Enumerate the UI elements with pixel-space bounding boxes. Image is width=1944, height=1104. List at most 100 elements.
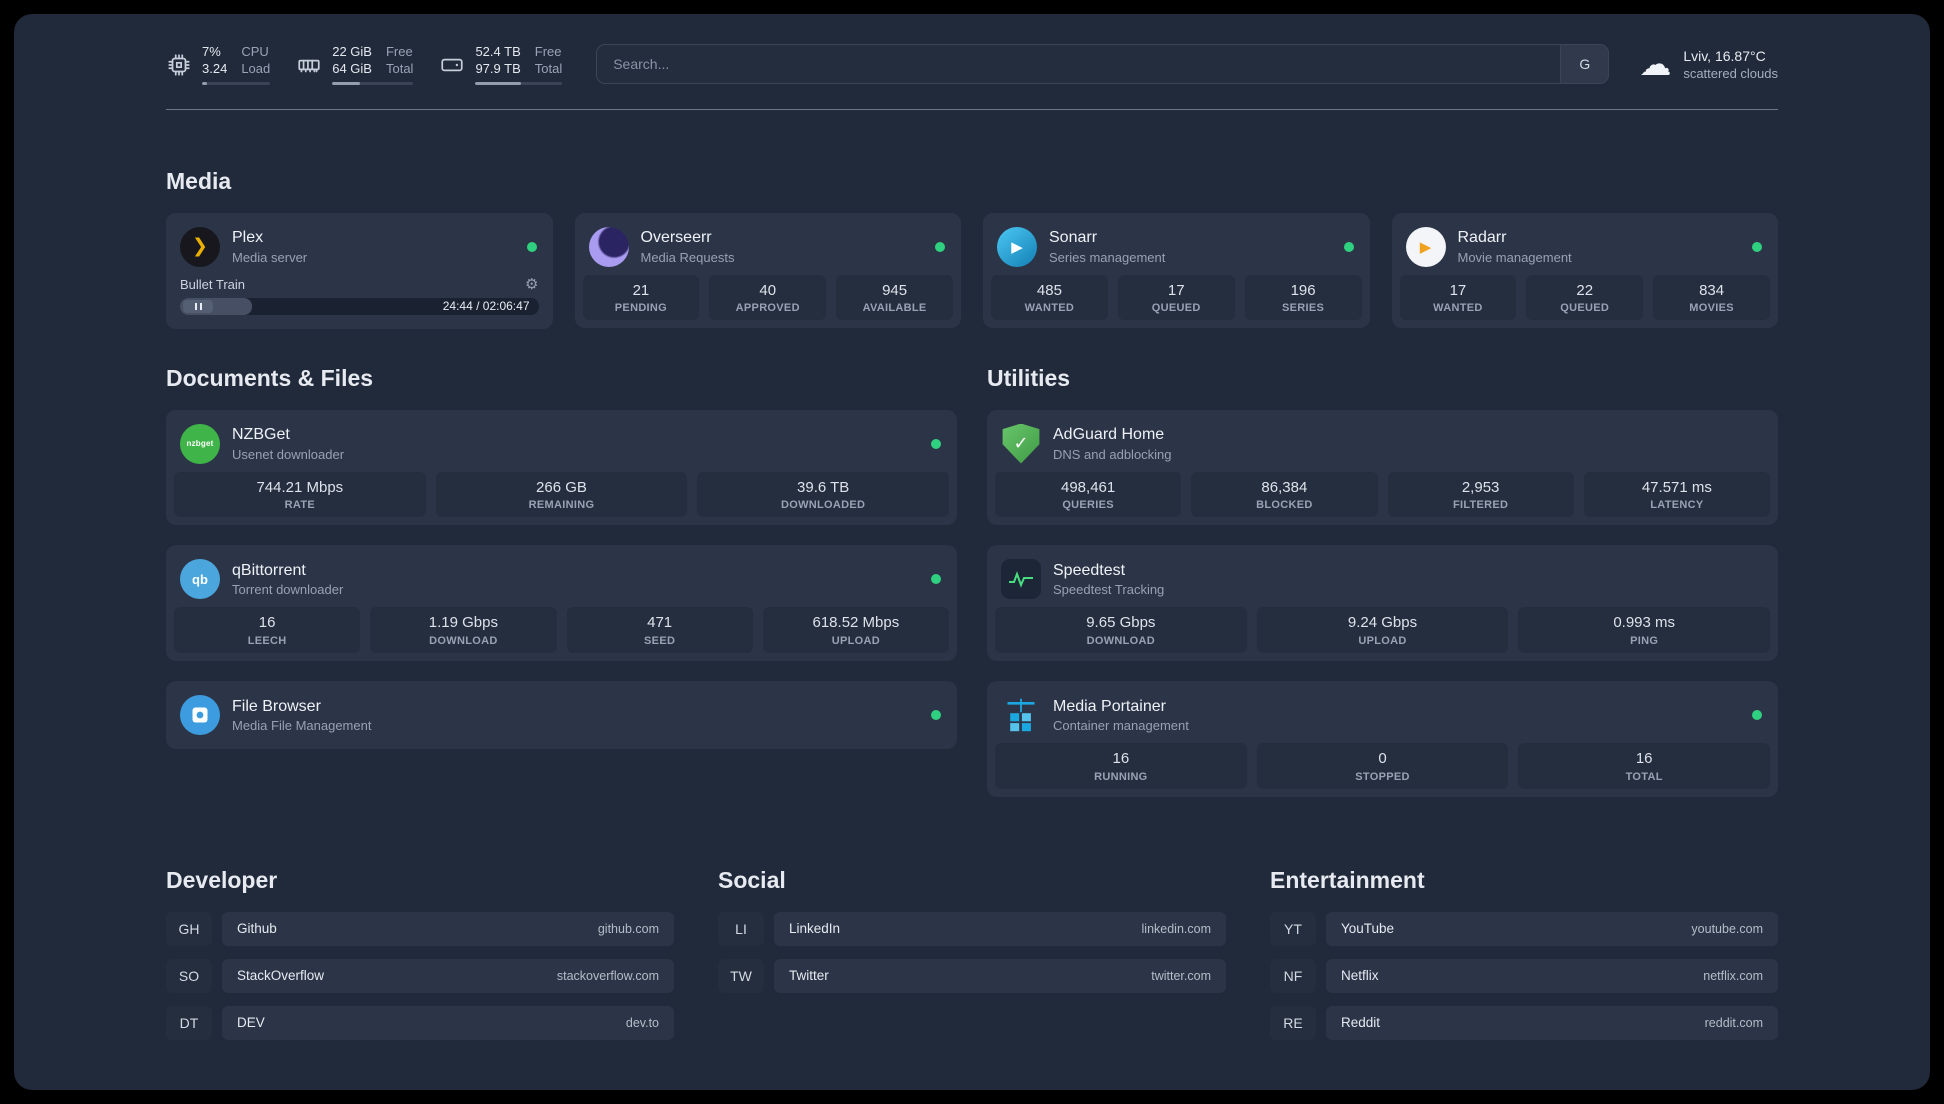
service-card-radarr[interactable]: ▶ Radarr Movie management 17 WANTED 22 Q… bbox=[1391, 212, 1778, 329]
bookmark-url: linkedin.com bbox=[1141, 921, 1211, 936]
stat-value: 1.19 Gbps bbox=[428, 614, 498, 632]
bookmark-stackoverflow[interactable]: SO StackOverflow stackoverflow.com bbox=[166, 958, 674, 993]
disk-total-value: 97.9 TB bbox=[475, 61, 521, 77]
weather-condition: scattered clouds bbox=[1683, 65, 1778, 81]
stat-label: PENDING bbox=[614, 302, 668, 315]
stat-value: 266 GB bbox=[536, 478, 587, 496]
gear-icon[interactable]: ⚙ bbox=[525, 277, 538, 292]
service-card-nzbget[interactable]: nzbget NZBGet Usenet downloader 744.21 M… bbox=[166, 409, 957, 526]
status-dot bbox=[931, 710, 941, 720]
status-dot bbox=[935, 241, 945, 252]
status-dot bbox=[1343, 241, 1354, 252]
screen-frame: 7% 3.24 CPU Load 22 GiB 64 GiB Free Tota… bbox=[0, 0, 1944, 1104]
service-card-overseerr[interactable]: Overseerr Media Requests 21 PENDING 40 A… bbox=[574, 212, 961, 329]
stat-label: LATENCY bbox=[1650, 499, 1704, 512]
bookmark-abbr[interactable]: GH bbox=[166, 911, 212, 946]
service-card-speedtest[interactable]: Speedtest Speedtest Tracking 9.65 Gbps D… bbox=[987, 545, 1778, 661]
stat-tile: 1.19 Gbps DOWNLOAD bbox=[370, 607, 557, 653]
bookmark-group-entertainment: Entertainment YT YouTube youtube.com NF … bbox=[1270, 867, 1778, 1040]
pause-icon[interactable] bbox=[183, 299, 213, 313]
bookmark-name: YouTube bbox=[1341, 921, 1395, 937]
stat-label: DOWNLOADED bbox=[781, 499, 866, 512]
bookmark-dev[interactable]: DT DEV dev.to bbox=[166, 1005, 674, 1040]
search-provider-button[interactable]: G bbox=[1560, 45, 1609, 84]
stat-tile: 16 RUNNING bbox=[995, 743, 1247, 789]
service-card-portainer[interactable]: Media Portainer Container management 16 … bbox=[987, 681, 1778, 797]
plex-now-playing-widget: Bullet Train ⚙ 24:44 / 02:06:47 bbox=[174, 275, 545, 321]
stat-value: 945 bbox=[882, 281, 908, 299]
bookmark-abbr[interactable]: RE bbox=[1270, 1005, 1316, 1040]
disk-widget: 52.4 TB 97.9 TB Free Total bbox=[439, 44, 563, 85]
stat-label: UPLOAD bbox=[1358, 635, 1407, 647]
stat-value: 834 bbox=[1699, 281, 1725, 299]
top-bar: 7% 3.24 CPU Load 22 GiB 64 GiB Free Tota… bbox=[166, 44, 1778, 85]
nzbget-icon: nzbget bbox=[180, 423, 220, 464]
memory-total-label: Total bbox=[385, 61, 414, 77]
weather-widget: ☁ Lviv, 16.87°C scattered clouds bbox=[1639, 48, 1778, 81]
bookmark-abbr[interactable]: TW bbox=[718, 958, 764, 993]
bookmark-group-social: Social LI LinkedIn linkedin.com TW Twitt… bbox=[718, 867, 1226, 993]
cpu-label: CPU bbox=[241, 44, 269, 59]
service-card-adguard[interactable]: ✓ AdGuard Home DNS and adblocking 498,46… bbox=[987, 409, 1778, 526]
adguard-icon: ✓ bbox=[1002, 423, 1040, 464]
resource-widgets: 7% 3.24 CPU Load 22 GiB 64 GiB Free Tota… bbox=[166, 44, 563, 85]
stat-label: STOPPED bbox=[1355, 770, 1410, 783]
bookmark-abbr[interactable]: YT bbox=[1270, 911, 1316, 946]
bookmark-reddit[interactable]: RE Reddit reddit.com bbox=[1270, 1005, 1778, 1040]
bookmark-url: youtube.com bbox=[1691, 921, 1763, 936]
bookmark-linkedin[interactable]: LI LinkedIn linkedin.com bbox=[718, 911, 1226, 946]
stat-tile: 196 SERIES bbox=[1244, 274, 1362, 321]
bookmark-name: Reddit bbox=[1341, 1015, 1381, 1031]
stat-label: TOTAL bbox=[1625, 770, 1663, 783]
bookmark-abbr[interactable]: SO bbox=[166, 958, 212, 993]
weather-location: Lviv, 16.87°C bbox=[1683, 47, 1766, 64]
portainer-icon bbox=[1001, 695, 1041, 735]
bookmark-url: dev.to bbox=[625, 1015, 659, 1030]
search-input[interactable] bbox=[597, 45, 1561, 84]
stat-tile: 744.21 Mbps RATE bbox=[174, 471, 426, 518]
bookmark-twitter[interactable]: TW Twitter twitter.com bbox=[718, 958, 1226, 993]
bookmark-name: StackOverflow bbox=[237, 968, 325, 984]
cpu-load-value: 3.24 bbox=[202, 61, 228, 77]
bookmark-abbr[interactable]: LI bbox=[718, 911, 764, 946]
stat-value: 2,953 bbox=[1461, 478, 1500, 496]
memory-icon bbox=[298, 60, 320, 73]
bookmark-abbr[interactable]: DT bbox=[166, 1005, 212, 1040]
cpu-usage-value: 7% bbox=[202, 44, 221, 59]
service-card-filebrowser[interactable]: File Browser Media File Management bbox=[166, 681, 957, 749]
bookmark-github[interactable]: GH Github github.com bbox=[166, 911, 674, 946]
memory-free-value: 22 GiB bbox=[332, 44, 372, 59]
bookmark-abbr[interactable]: NF bbox=[1270, 958, 1316, 993]
service-card-plex[interactable]: ❯ Plex Media server Bullet Train ⚙ 24:44… bbox=[166, 212, 553, 329]
stat-value: 86,384 bbox=[1261, 478, 1308, 496]
bookmark-url: github.com bbox=[597, 921, 659, 936]
stat-tile: 16 TOTAL bbox=[1518, 743, 1770, 789]
section-title-entertainment: Entertainment bbox=[1270, 866, 1425, 893]
stat-value: 17 bbox=[1167, 281, 1185, 299]
stat-label: DOWNLOAD bbox=[1086, 635, 1156, 647]
bookmark-netflix[interactable]: NF Netflix netflix.com bbox=[1270, 958, 1778, 993]
stat-label: SEED bbox=[644, 635, 676, 647]
service-card-sonarr[interactable]: ▶ Sonarr Series management 485 WANTED 17… bbox=[983, 212, 1370, 329]
stat-tile: 39.6 TB DOWNLOADED bbox=[697, 471, 949, 518]
stat-label: QUERIES bbox=[1062, 499, 1114, 512]
stat-value: 9.24 Gbps bbox=[1347, 614, 1418, 632]
service-desc: Media File Management bbox=[232, 718, 372, 734]
stat-tile: 21 PENDING bbox=[582, 274, 700, 321]
bookmark-name: Netflix bbox=[1341, 968, 1379, 984]
bookmark-youtube[interactable]: YT YouTube youtube.com bbox=[1270, 911, 1778, 946]
memory-widget: 22 GiB 64 GiB Free Total bbox=[296, 44, 414, 85]
stat-value: 40 bbox=[759, 281, 777, 299]
dashboard-page: 7% 3.24 CPU Load 22 GiB 64 GiB Free Tota… bbox=[14, 14, 1930, 1090]
stat-label: PING bbox=[1630, 635, 1659, 647]
sonarr-icon: ▶ bbox=[997, 226, 1037, 267]
bookmark-name: Twitter bbox=[789, 968, 829, 984]
stat-tile: 485 WANTED bbox=[991, 274, 1108, 321]
service-desc: Speedtest Tracking bbox=[1053, 582, 1165, 598]
stat-value: 9.65 Gbps bbox=[1086, 614, 1156, 632]
service-card-qbittorrent[interactable]: qb qBittorrent Torrent downloader 16 LEE… bbox=[166, 545, 957, 661]
memory-usage-bar bbox=[332, 81, 414, 85]
stat-value: 47.571 ms bbox=[1641, 478, 1712, 496]
playback-progress-bar[interactable]: 24:44 / 02:06:47 bbox=[180, 297, 539, 315]
section-title-utilities: Utilities bbox=[987, 364, 1071, 391]
